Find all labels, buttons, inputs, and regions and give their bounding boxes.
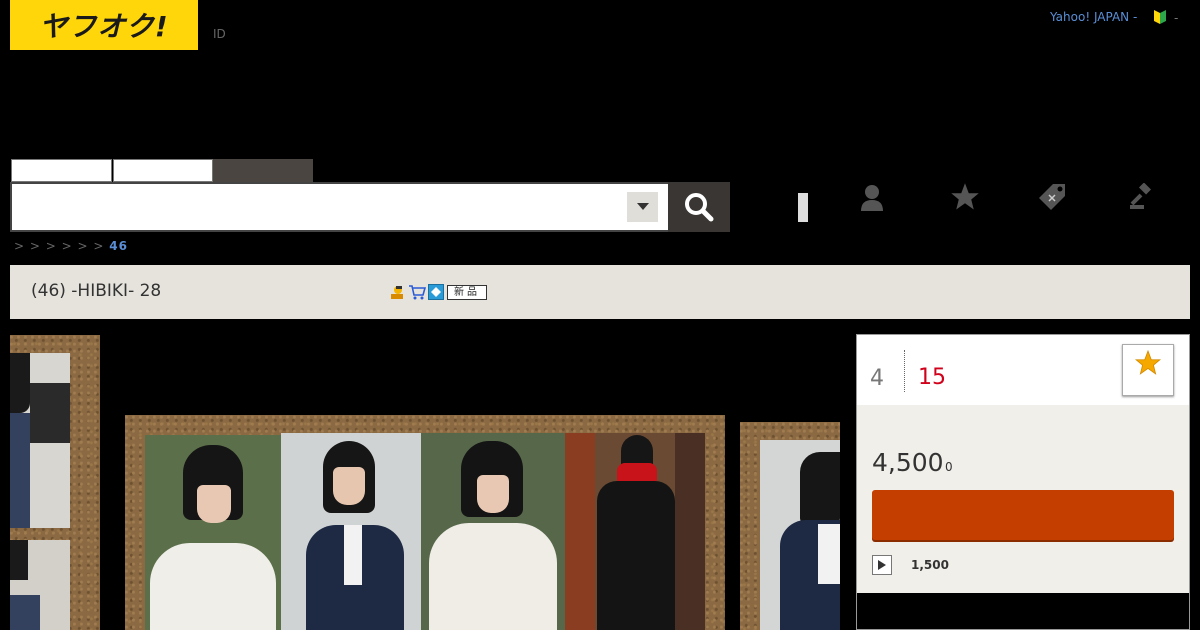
buy-now-toggle[interactable] <box>872 555 892 575</box>
search-tab-3[interactable] <box>213 159 313 182</box>
auction-hammer-icon <box>391 286 403 299</box>
time-left: 15 <box>918 365 946 390</box>
summary-divider <box>904 350 905 392</box>
buy-now-price: 1,500 <box>911 558 949 572</box>
item-title-bar <box>10 265 1190 319</box>
star-icon <box>1135 350 1161 375</box>
star-icon <box>951 183 979 210</box>
search-icon <box>685 193 714 222</box>
breadcrumb-path[interactable]: > > > > > > <box>14 239 104 253</box>
price-unit: 0 <box>945 460 953 474</box>
my-auction-button[interactable] <box>855 180 889 214</box>
thumbnail-left[interactable] <box>10 335 100 630</box>
item-title: (46) -HIBIKI- 28 <box>31 281 162 301</box>
item-badges: 新品 <box>390 284 487 300</box>
bid-count[interactable]: 4 <box>870 366 884 391</box>
watch-button[interactable] <box>1122 344 1174 396</box>
sell-button[interactable] <box>1125 180 1159 214</box>
gavel-icon <box>1130 183 1152 209</box>
tag-icon <box>1039 184 1065 210</box>
user-icon <box>861 185 883 211</box>
coupon-button[interactable] <box>1036 180 1070 214</box>
main-item-photo[interactable] <box>125 415 725 630</box>
shipping-free-icon <box>428 284 444 300</box>
cart-icon <box>409 285 426 300</box>
logo-text: ヤフオク! <box>39 10 169 43</box>
caret-down-icon <box>636 203 649 210</box>
search-box <box>10 182 670 232</box>
search-input[interactable] <box>20 192 624 224</box>
beginner-mark-icon[interactable] <box>1153 9 1167 25</box>
yahoo-auction-logo[interactable]: ヤフオク! <box>10 0 198 50</box>
search-tab-2[interactable] <box>113 159 213 182</box>
play-icon <box>878 560 886 570</box>
search-button[interactable] <box>668 182 730 232</box>
search-tab-1[interactable] <box>11 159 112 182</box>
thumbnail-right[interactable] <box>740 422 840 630</box>
bid-button[interactable] <box>872 490 1174 540</box>
breadcrumb: > > > > > > 46 <box>14 239 128 253</box>
nav-separator <box>798 193 808 222</box>
new-item-badge: 新品 <box>447 284 487 300</box>
yahoo-japan-link[interactable]: Yahoo! JAPAN - <box>1050 10 1137 24</box>
breadcrumb-current: 46 <box>109 239 128 253</box>
id-label[interactable]: ID <box>213 27 226 41</box>
current-price: 4,500 <box>872 448 944 477</box>
watch-list-button[interactable] <box>948 180 982 214</box>
header-trailing: - <box>1174 11 1179 25</box>
category-dropdown[interactable] <box>627 192 658 222</box>
